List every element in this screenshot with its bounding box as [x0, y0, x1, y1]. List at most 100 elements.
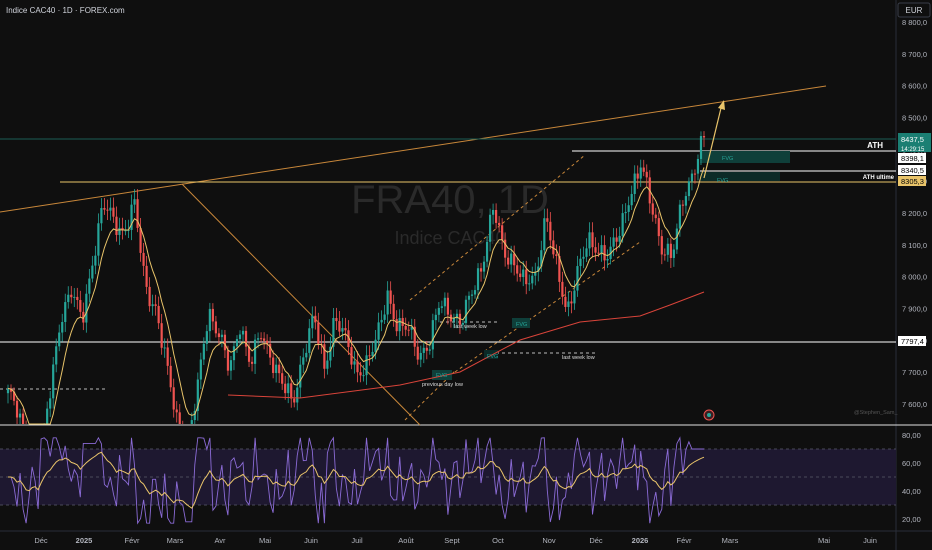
- candle-body: [479, 268, 483, 272]
- candle-body: [112, 207, 115, 217]
- price-tick-label: 8 600,0: [902, 82, 927, 91]
- candle-body: [275, 364, 278, 373]
- candle-body: [564, 296, 567, 307]
- symbol-title[interactable]: Indice CAC40 · 1D · FOREX.com: [6, 6, 125, 15]
- candle-body: [395, 319, 398, 332]
- candle-body: [365, 355, 368, 376]
- candle-body: [567, 301, 570, 307]
- candle-body: [398, 318, 401, 332]
- price-label-key: 8305,3: [901, 177, 924, 186]
- candle-body: [612, 237, 615, 247]
- time-tick-label: 2026: [632, 536, 649, 545]
- fvg-box-1[interactable]: [700, 151, 790, 163]
- price-tick-label: 8 100,0: [902, 241, 927, 250]
- candle-body: [467, 295, 471, 300]
- candle-body: [199, 359, 202, 380]
- time-tick-label: Mai: [818, 536, 830, 545]
- candle-body: [672, 249, 675, 258]
- candle-body: [519, 273, 522, 278]
- candle-body: [223, 334, 227, 351]
- candle-body: [106, 209, 109, 211]
- watermark-name: Indice CAC40: [394, 228, 505, 248]
- candle-body: [702, 136, 706, 138]
- currency-label: EUR: [906, 6, 923, 15]
- trading-chart[interactable]: FRA40, 1D Indice CAC40 Indice CAC40 · 1D…: [0, 0, 932, 550]
- candle-body: [133, 199, 136, 205]
- candle-body: [73, 296, 76, 298]
- candle-body: [491, 209, 495, 215]
- candle-body: [166, 347, 169, 366]
- candle-body: [696, 158, 700, 174]
- candle-body: [49, 398, 52, 409]
- annotation-ath: ATH: [867, 141, 883, 150]
- candle-body: [531, 275, 534, 284]
- candle-body: [79, 300, 82, 312]
- candle-body: [642, 167, 645, 172]
- time-tick-label: 2025: [76, 536, 93, 545]
- candle-body: [482, 261, 486, 272]
- candle-body: [67, 294, 70, 303]
- candle-body: [440, 306, 443, 308]
- candle-body: [693, 173, 697, 175]
- time-tick-label: Nov: [542, 536, 556, 545]
- candle-body: [226, 350, 230, 371]
- candle-body: [229, 360, 233, 371]
- candle-body: [434, 314, 437, 321]
- candle-body: [15, 400, 19, 418]
- price-tick-label: 8 800,0: [902, 18, 927, 27]
- candle-body: [513, 253, 516, 266]
- time-tick-label: Févr: [677, 536, 693, 545]
- candle-body: [510, 253, 513, 265]
- annotation-previous-day-low: previous day low: [422, 382, 463, 388]
- candle-body: [501, 225, 504, 240]
- candle-body: [446, 297, 449, 315]
- candle-body: [651, 203, 654, 215]
- price-tick-label: 8 500,0: [902, 114, 927, 123]
- candle-body: [55, 346, 58, 365]
- candle-body: [139, 227, 142, 253]
- candle-body: [476, 268, 480, 291]
- candle-body: [157, 305, 160, 324]
- rsi-tick-label: 60,00: [902, 459, 921, 468]
- candle-body: [543, 218, 546, 251]
- candle-body: [495, 209, 498, 223]
- candle-body: [205, 331, 208, 344]
- candle-body: [64, 302, 67, 322]
- time-tick-label: Juil: [351, 536, 363, 545]
- candle-body: [488, 214, 492, 242]
- price-tick-label: 8 000,0: [902, 273, 927, 282]
- candle-body: [362, 375, 365, 377]
- candle-body: [278, 364, 281, 374]
- time-tick-label: Mai: [259, 536, 271, 545]
- candle-body: [528, 283, 531, 285]
- fvg-box-2[interactable]: [700, 172, 780, 181]
- candle-body: [326, 360, 329, 369]
- candle-body: [314, 315, 317, 323]
- candle-body: [422, 347, 425, 353]
- candle-body: [549, 221, 552, 241]
- candle-body: [220, 334, 224, 338]
- candle-body: [416, 346, 419, 360]
- candle-body: [561, 281, 564, 297]
- candle-body: [115, 216, 118, 235]
- candle-body: [525, 269, 528, 285]
- candle-body: [377, 322, 380, 340]
- event-marker-dot: [707, 413, 711, 417]
- candle-body: [452, 318, 456, 322]
- candle-body: [91, 265, 94, 279]
- price-label-support: 7797,4: [901, 337, 924, 346]
- candle-body: [431, 320, 434, 350]
- candle-body: [353, 361, 356, 365]
- candle-body: [46, 408, 49, 424]
- candle-body: [311, 315, 314, 329]
- annotation-last-week-low-1: last week low: [454, 324, 487, 330]
- candle-body: [175, 409, 178, 413]
- annotation-fvg-2: FVG: [717, 178, 728, 184]
- candle-body: [281, 373, 284, 384]
- candle-body: [241, 330, 245, 335]
- candle-body: [61, 321, 64, 333]
- candle-body: [621, 213, 624, 236]
- candle-body: [386, 290, 389, 315]
- time-tick-label: Févr: [125, 536, 141, 545]
- candle-body: [606, 258, 609, 261]
